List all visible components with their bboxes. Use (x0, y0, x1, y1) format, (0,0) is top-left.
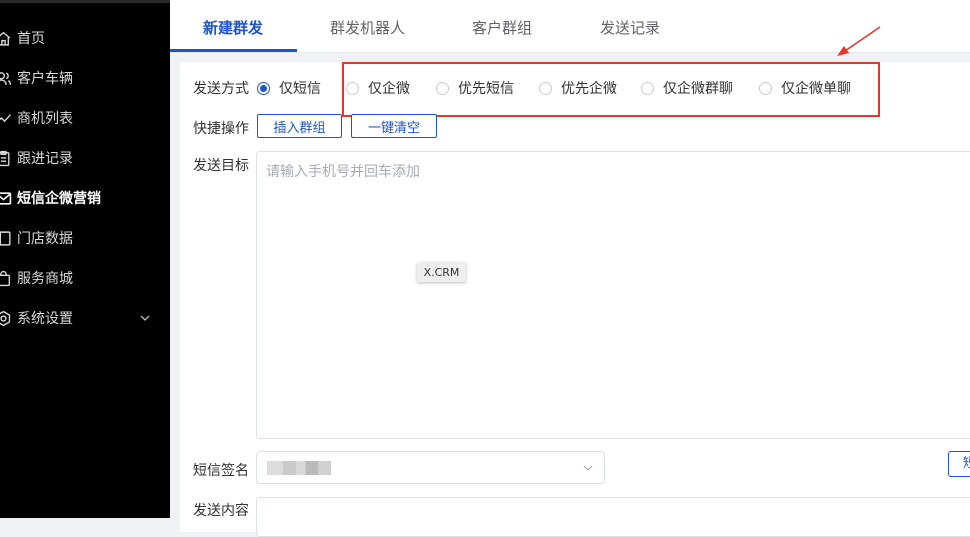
sidebar: 首页 客户车辆 商机列表 跟进记录 短信企微营销 门店数据 服务商城 系统设置 (0, 0, 170, 518)
radio-label: 仅短信 (279, 81, 321, 97)
sidebar-item-service-mall[interactable]: 服务商城 (0, 258, 170, 298)
send-target-label: 发送目标 (193, 158, 249, 174)
redacted-signature-value (267, 461, 331, 475)
radio-dot[interactable] (436, 81, 449, 95)
tab-bar: 新建群发 群发机器人 客户群组 发送记录 (170, 0, 970, 53)
sidebar-item-label: 首页 (17, 31, 45, 47)
radio-wecom-only[interactable]: 仅企微 (346, 78, 410, 98)
sidebar-item-opportunities[interactable]: 商机列表 (0, 98, 170, 138)
sidebar-item-label: 门店数据 (17, 231, 73, 247)
radio-label: 仅企微单聊 (781, 81, 851, 97)
radio-wecom-first[interactable]: 优先企微 (539, 78, 617, 98)
send-method-label: 发送方式 (193, 81, 249, 97)
quick-ops-label: 快捷操作 (193, 121, 249, 137)
data-board-icon (0, 229, 12, 247)
clear-all-button[interactable]: 一键清空 (351, 114, 437, 138)
tab-customer-groups[interactable]: 客户群组 (472, 17, 532, 38)
radio-label: 优先短信 (458, 81, 514, 97)
sidebar-item-label: 系统设置 (17, 311, 73, 327)
trend-chart-icon (0, 109, 12, 127)
mail-icon (0, 189, 12, 207)
sidebar-item-settings[interactable]: 系统设置 (0, 298, 170, 338)
sidebar-item-customers[interactable]: 客户车辆 (0, 58, 170, 98)
tab-new-broadcast[interactable]: 新建群发 (203, 17, 263, 38)
radio-dot[interactable] (346, 81, 359, 95)
radio-label: 仅企微 (368, 81, 410, 97)
radio-dot[interactable] (539, 81, 552, 95)
target-placeholder: 请输入手机号并回车添加 (266, 164, 420, 180)
radio-dot[interactable] (759, 81, 772, 95)
tab-send-records[interactable]: 发送记录 (600, 17, 660, 38)
send-content-label: 发送内容 (193, 503, 249, 519)
chevron-down-icon (140, 315, 150, 321)
shopping-bag-icon (0, 269, 12, 287)
watermark-badge: X.CRM (417, 262, 466, 282)
insert-group-button[interactable]: 插入群组 (257, 114, 342, 138)
sidebar-item-home[interactable]: 首页 (0, 18, 170, 58)
sidebar-item-store-data[interactable]: 门店数据 (0, 218, 170, 258)
home-icon (0, 29, 12, 47)
radio-dot[interactable] (257, 81, 270, 95)
radio-wecom-group-chat[interactable]: 仅企微群聊 (641, 78, 733, 98)
radio-sms-only[interactable]: 仅短信 (257, 78, 321, 98)
sidebar-top-divider (0, 0, 170, 3)
tab-broadcast-bots[interactable]: 群发机器人 (330, 17, 405, 38)
sidebar-item-label: 短信企微营销 (17, 191, 101, 207)
radio-dot[interactable] (641, 81, 654, 95)
radio-label: 优先企微 (561, 81, 617, 97)
clipboard-icon (0, 149, 12, 167)
sms-signature-select[interactable] (256, 451, 605, 484)
users-icon (0, 69, 12, 87)
send-content-textarea[interactable] (256, 497, 970, 537)
sidebar-item-sms-marketing[interactable]: 短信企微营销 (0, 178, 170, 218)
signature-action-button[interactable]: 短 (948, 451, 970, 477)
sidebar-item-label: 跟进记录 (17, 151, 73, 167)
sidebar-item-label: 服务商城 (17, 271, 73, 287)
radio-label: 仅企微群聊 (663, 81, 733, 97)
radio-sms-first[interactable]: 优先短信 (436, 78, 514, 98)
send-target-textarea[interactable]: 请输入手机号并回车添加 (256, 151, 970, 439)
radio-wecom-single-chat[interactable]: 仅企微单聊 (759, 78, 851, 98)
active-tab-indicator (170, 49, 297, 52)
sidebar-item-followups[interactable]: 跟进记录 (0, 138, 170, 178)
chevron-down-icon (583, 465, 593, 471)
settings-icon (0, 309, 12, 327)
sidebar-item-label: 商机列表 (17, 111, 73, 127)
sidebar-item-label: 客户车辆 (17, 71, 73, 87)
sms-signature-label: 短信签名 (193, 463, 249, 479)
